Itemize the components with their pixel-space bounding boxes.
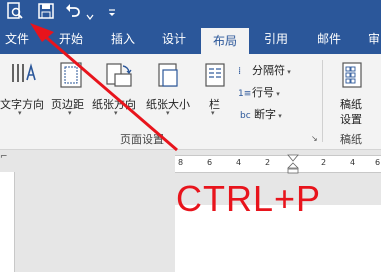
annotation-arrow — [30, 23, 178, 152]
shortcut-annotation: CTRL+P — [176, 178, 322, 219]
